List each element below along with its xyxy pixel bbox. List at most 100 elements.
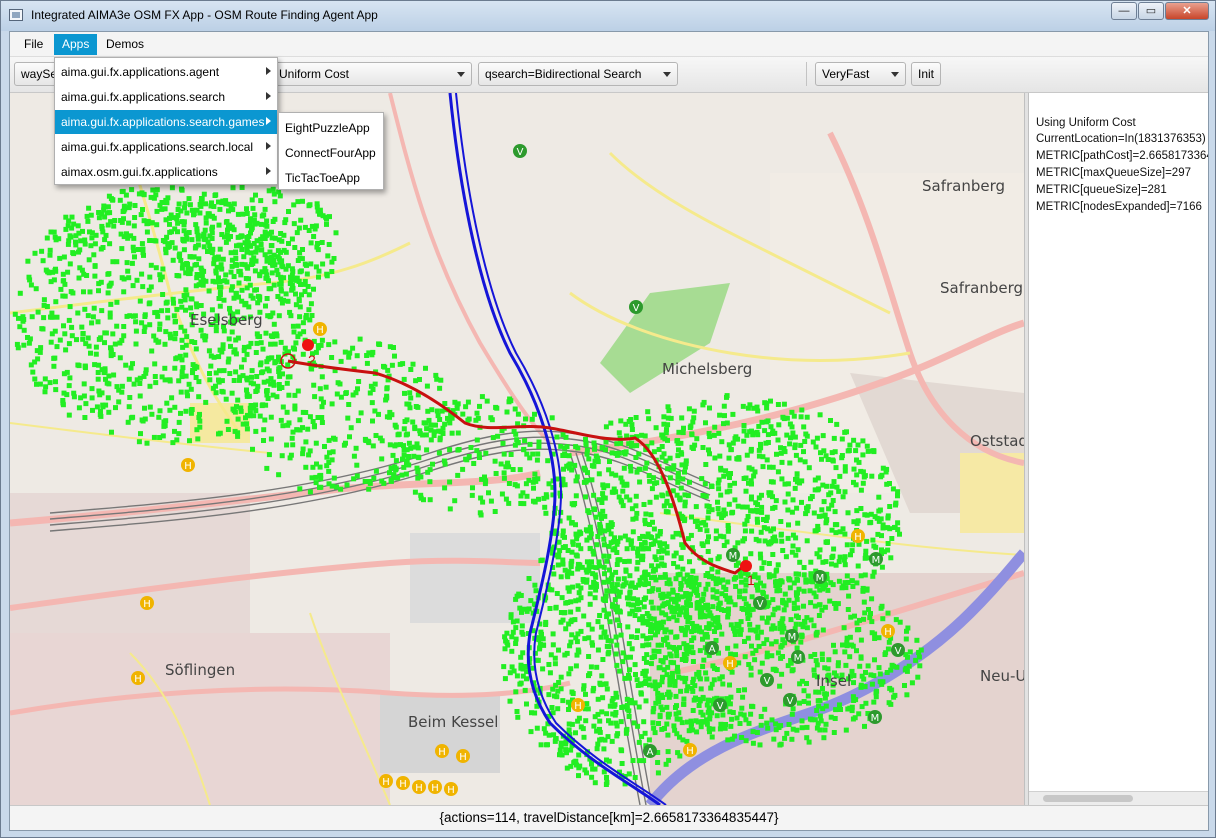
explored-node — [272, 199, 278, 205]
explored-node — [238, 405, 244, 411]
explored-node — [287, 374, 293, 380]
explored-node — [121, 324, 127, 329]
explored-node — [591, 583, 597, 589]
init-button[interactable]: Init — [911, 62, 942, 86]
explored-node — [558, 674, 564, 680]
menu-item-search-games[interactable]: aima.gui.fx.applications.search.games — [55, 110, 277, 134]
speed-combo[interactable]: VeryFast — [815, 62, 906, 86]
explored-node — [163, 329, 169, 335]
explored-node — [673, 705, 678, 710]
menu-item-tic-tac-toe[interactable]: TicTacToeApp — [279, 166, 383, 190]
search-strategy-combo[interactable]: Uniform Cost — [272, 62, 472, 86]
maximize-button[interactable]: ▭ — [1138, 2, 1164, 20]
explored-node — [789, 711, 795, 717]
explored-node — [858, 506, 864, 511]
explored-node — [257, 413, 263, 419]
explored-node — [233, 262, 239, 268]
explored-node — [737, 721, 743, 726]
explored-node — [574, 652, 580, 658]
menu-item-osm-applications[interactable]: aimax.osm.gui.fx.applications — [55, 160, 277, 184]
explored-node — [831, 546, 837, 552]
explored-node — [167, 229, 173, 235]
log-horizontal-scrollbar[interactable] — [1029, 791, 1208, 805]
explored-node — [690, 688, 696, 694]
scrollbar-thumb[interactable] — [1043, 795, 1133, 802]
menu-item-agent[interactable]: aima.gui.fx.applications.agent — [55, 60, 277, 84]
explored-node — [864, 587, 870, 593]
log-text-area[interactable]: Using Uniform Cost CurrentLocation=In(18… — [1029, 93, 1208, 805]
menu-item-eight-puzzle[interactable]: EightPuzzleApp — [279, 116, 383, 140]
explored-node — [262, 206, 268, 212]
explored-node — [601, 630, 607, 636]
explored-node — [213, 279, 219, 285]
close-button[interactable]: ✕ — [1165, 2, 1209, 20]
explored-node — [111, 223, 117, 229]
explored-node — [604, 779, 610, 785]
explored-node — [269, 270, 275, 276]
menu-file[interactable]: File — [16, 34, 51, 55]
explored-node — [845, 642, 850, 648]
explored-node — [786, 597, 792, 603]
explored-node — [124, 313, 130, 319]
explored-node — [86, 257, 92, 263]
menu-item-search[interactable]: aima.gui.fx.applications.search — [55, 85, 277, 109]
explored-node — [319, 404, 325, 410]
explored-node — [653, 577, 659, 583]
explored-node — [573, 552, 579, 558]
explored-node — [724, 393, 730, 399]
explored-node — [117, 355, 123, 361]
map-canvas[interactable]: Eselsberg Michelsberg Safranberg Safranb… — [10, 93, 1024, 805]
start-marker[interactable] — [302, 339, 314, 351]
explored-node — [664, 550, 670, 556]
explored-node — [683, 658, 688, 663]
explored-node — [829, 561, 834, 567]
menu-item-connect-four[interactable]: ConnectFourApp — [279, 141, 383, 165]
explored-node — [82, 365, 88, 371]
explored-node — [655, 563, 661, 569]
title-bar[interactable]: Integrated AIMA3e OSM FX App - OSM Route… — [1, 1, 1215, 31]
explored-node — [573, 758, 579, 764]
explored-node — [260, 234, 266, 240]
osm-map-view[interactable]: Eselsberg Michelsberg Safranberg Safranb… — [10, 93, 1024, 805]
explored-node — [127, 395, 133, 400]
explored-node — [768, 424, 774, 430]
explored-node — [498, 461, 504, 467]
explored-node — [269, 261, 275, 267]
explored-node — [693, 718, 699, 724]
explored-node — [39, 326, 45, 332]
explored-node — [416, 455, 422, 461]
menu-demos[interactable]: Demos — [98, 34, 152, 55]
explored-node — [684, 642, 689, 648]
explored-node — [813, 689, 819, 695]
explored-node — [106, 271, 112, 277]
explored-node — [522, 438, 528, 444]
hotel-poi-letter: H — [574, 701, 582, 712]
qsearch-combo[interactable]: qsearch=Bidirectional Search — [478, 62, 678, 86]
explored-node — [587, 601, 593, 607]
explored-node — [181, 247, 187, 253]
explored-node — [661, 562, 667, 568]
menu-item-search-local[interactable]: aima.gui.fx.applications.search.local — [55, 135, 277, 159]
explored-node — [854, 472, 860, 478]
explored-node — [815, 527, 821, 532]
explored-node — [157, 272, 163, 278]
explored-node — [110, 352, 116, 357]
minimize-button[interactable]: — — [1111, 2, 1137, 20]
explored-node — [614, 562, 620, 567]
explored-node — [744, 432, 750, 438]
explored-node — [794, 592, 799, 598]
explored-node — [874, 688, 880, 694]
explored-node — [275, 294, 281, 299]
explored-node — [63, 347, 69, 353]
explored-node — [651, 653, 657, 659]
explored-node — [160, 266, 166, 272]
explored-node — [616, 494, 622, 500]
explored-node — [690, 568, 696, 574]
explored-node — [589, 626, 595, 632]
explored-node — [779, 476, 785, 482]
explored-node — [92, 241, 98, 247]
explored-node — [53, 299, 59, 305]
menu-apps[interactable]: Apps — [54, 34, 98, 55]
explored-node — [636, 758, 642, 764]
goal-marker[interactable] — [740, 560, 752, 572]
